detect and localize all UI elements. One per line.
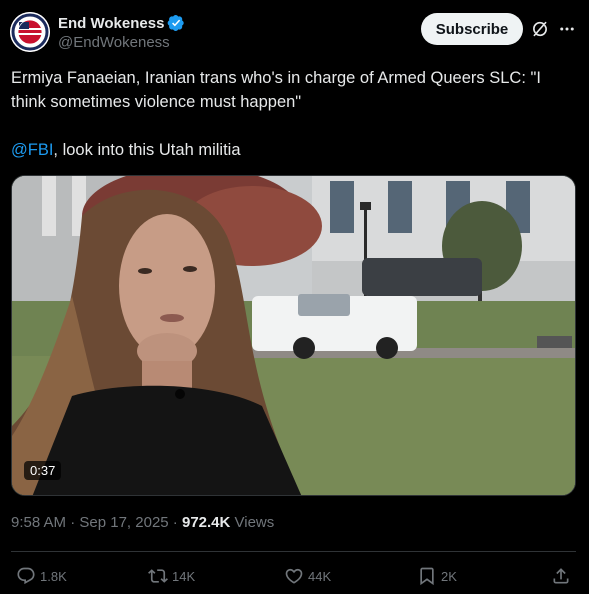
author-display-name[interactable]: End Wokeness bbox=[58, 15, 164, 32]
tweet-text-line2: @FBI, look into this Utah militia bbox=[11, 138, 576, 162]
author-handle[interactable]: @EndWokeness bbox=[58, 34, 185, 51]
bookmark-count: 2K bbox=[441, 568, 457, 584]
share-button[interactable] bbox=[551, 564, 571, 588]
meta-separator: · bbox=[168, 514, 182, 531]
views-count: 972.4K bbox=[181, 514, 231, 531]
avatar-badge-icon bbox=[10, 12, 50, 52]
video-player[interactable]: 0:37 bbox=[11, 175, 576, 496]
reply-count: 1.8K bbox=[40, 568, 67, 584]
repost-icon bbox=[148, 569, 168, 583]
share-icon bbox=[553, 568, 569, 584]
tweet-text: Ermiya Fanaeian, Iranian trans who's in … bbox=[11, 66, 576, 162]
video-thumbnail bbox=[12, 176, 575, 495]
tweet-header: End Wokeness @EndWokeness Subscribe bbox=[10, 12, 580, 56]
tweet-meta: 9:58 AM · Sep 17, 2025 · 972.4K Views bbox=[11, 514, 274, 531]
mention-link[interactable]: @FBI bbox=[11, 141, 53, 159]
video-duration: 0:37 bbox=[24, 461, 62, 480]
divider bbox=[11, 551, 576, 552]
heart-icon bbox=[285, 568, 303, 584]
meta-separator: · bbox=[66, 514, 80, 531]
bookmark-icon bbox=[420, 567, 434, 586]
tweet-time[interactable]: 9:58 AM bbox=[11, 514, 66, 531]
subscribe-button[interactable]: Subscribe bbox=[421, 13, 523, 45]
author-names: End Wokeness @EndWokeness bbox=[58, 13, 185, 51]
like-button[interactable]: 44K bbox=[284, 564, 331, 588]
reply-button[interactable]: 1.8K bbox=[16, 564, 67, 588]
like-count: 44K bbox=[308, 568, 332, 584]
verified-badge-icon bbox=[168, 14, 185, 32]
tweet-text-line1: Ermiya Fanaeian, Iranian trans who's in … bbox=[11, 69, 541, 111]
tweet-text-line2-rest: , look into this Utah militia bbox=[53, 141, 241, 159]
bookmark-button[interactable]: 2K bbox=[417, 564, 457, 588]
tweet-date[interactable]: Sep 17, 2025 bbox=[79, 514, 168, 531]
action-bar: 1.8K 14K 44K 2K bbox=[0, 562, 589, 590]
repost-count: 14K bbox=[172, 568, 196, 584]
views-label: Views bbox=[230, 514, 275, 531]
grok-icon[interactable] bbox=[531, 20, 549, 38]
more-icon[interactable] bbox=[558, 20, 576, 38]
repost-button[interactable]: 14K bbox=[148, 564, 195, 588]
author-avatar[interactable] bbox=[10, 12, 50, 52]
reply-icon bbox=[17, 567, 35, 585]
